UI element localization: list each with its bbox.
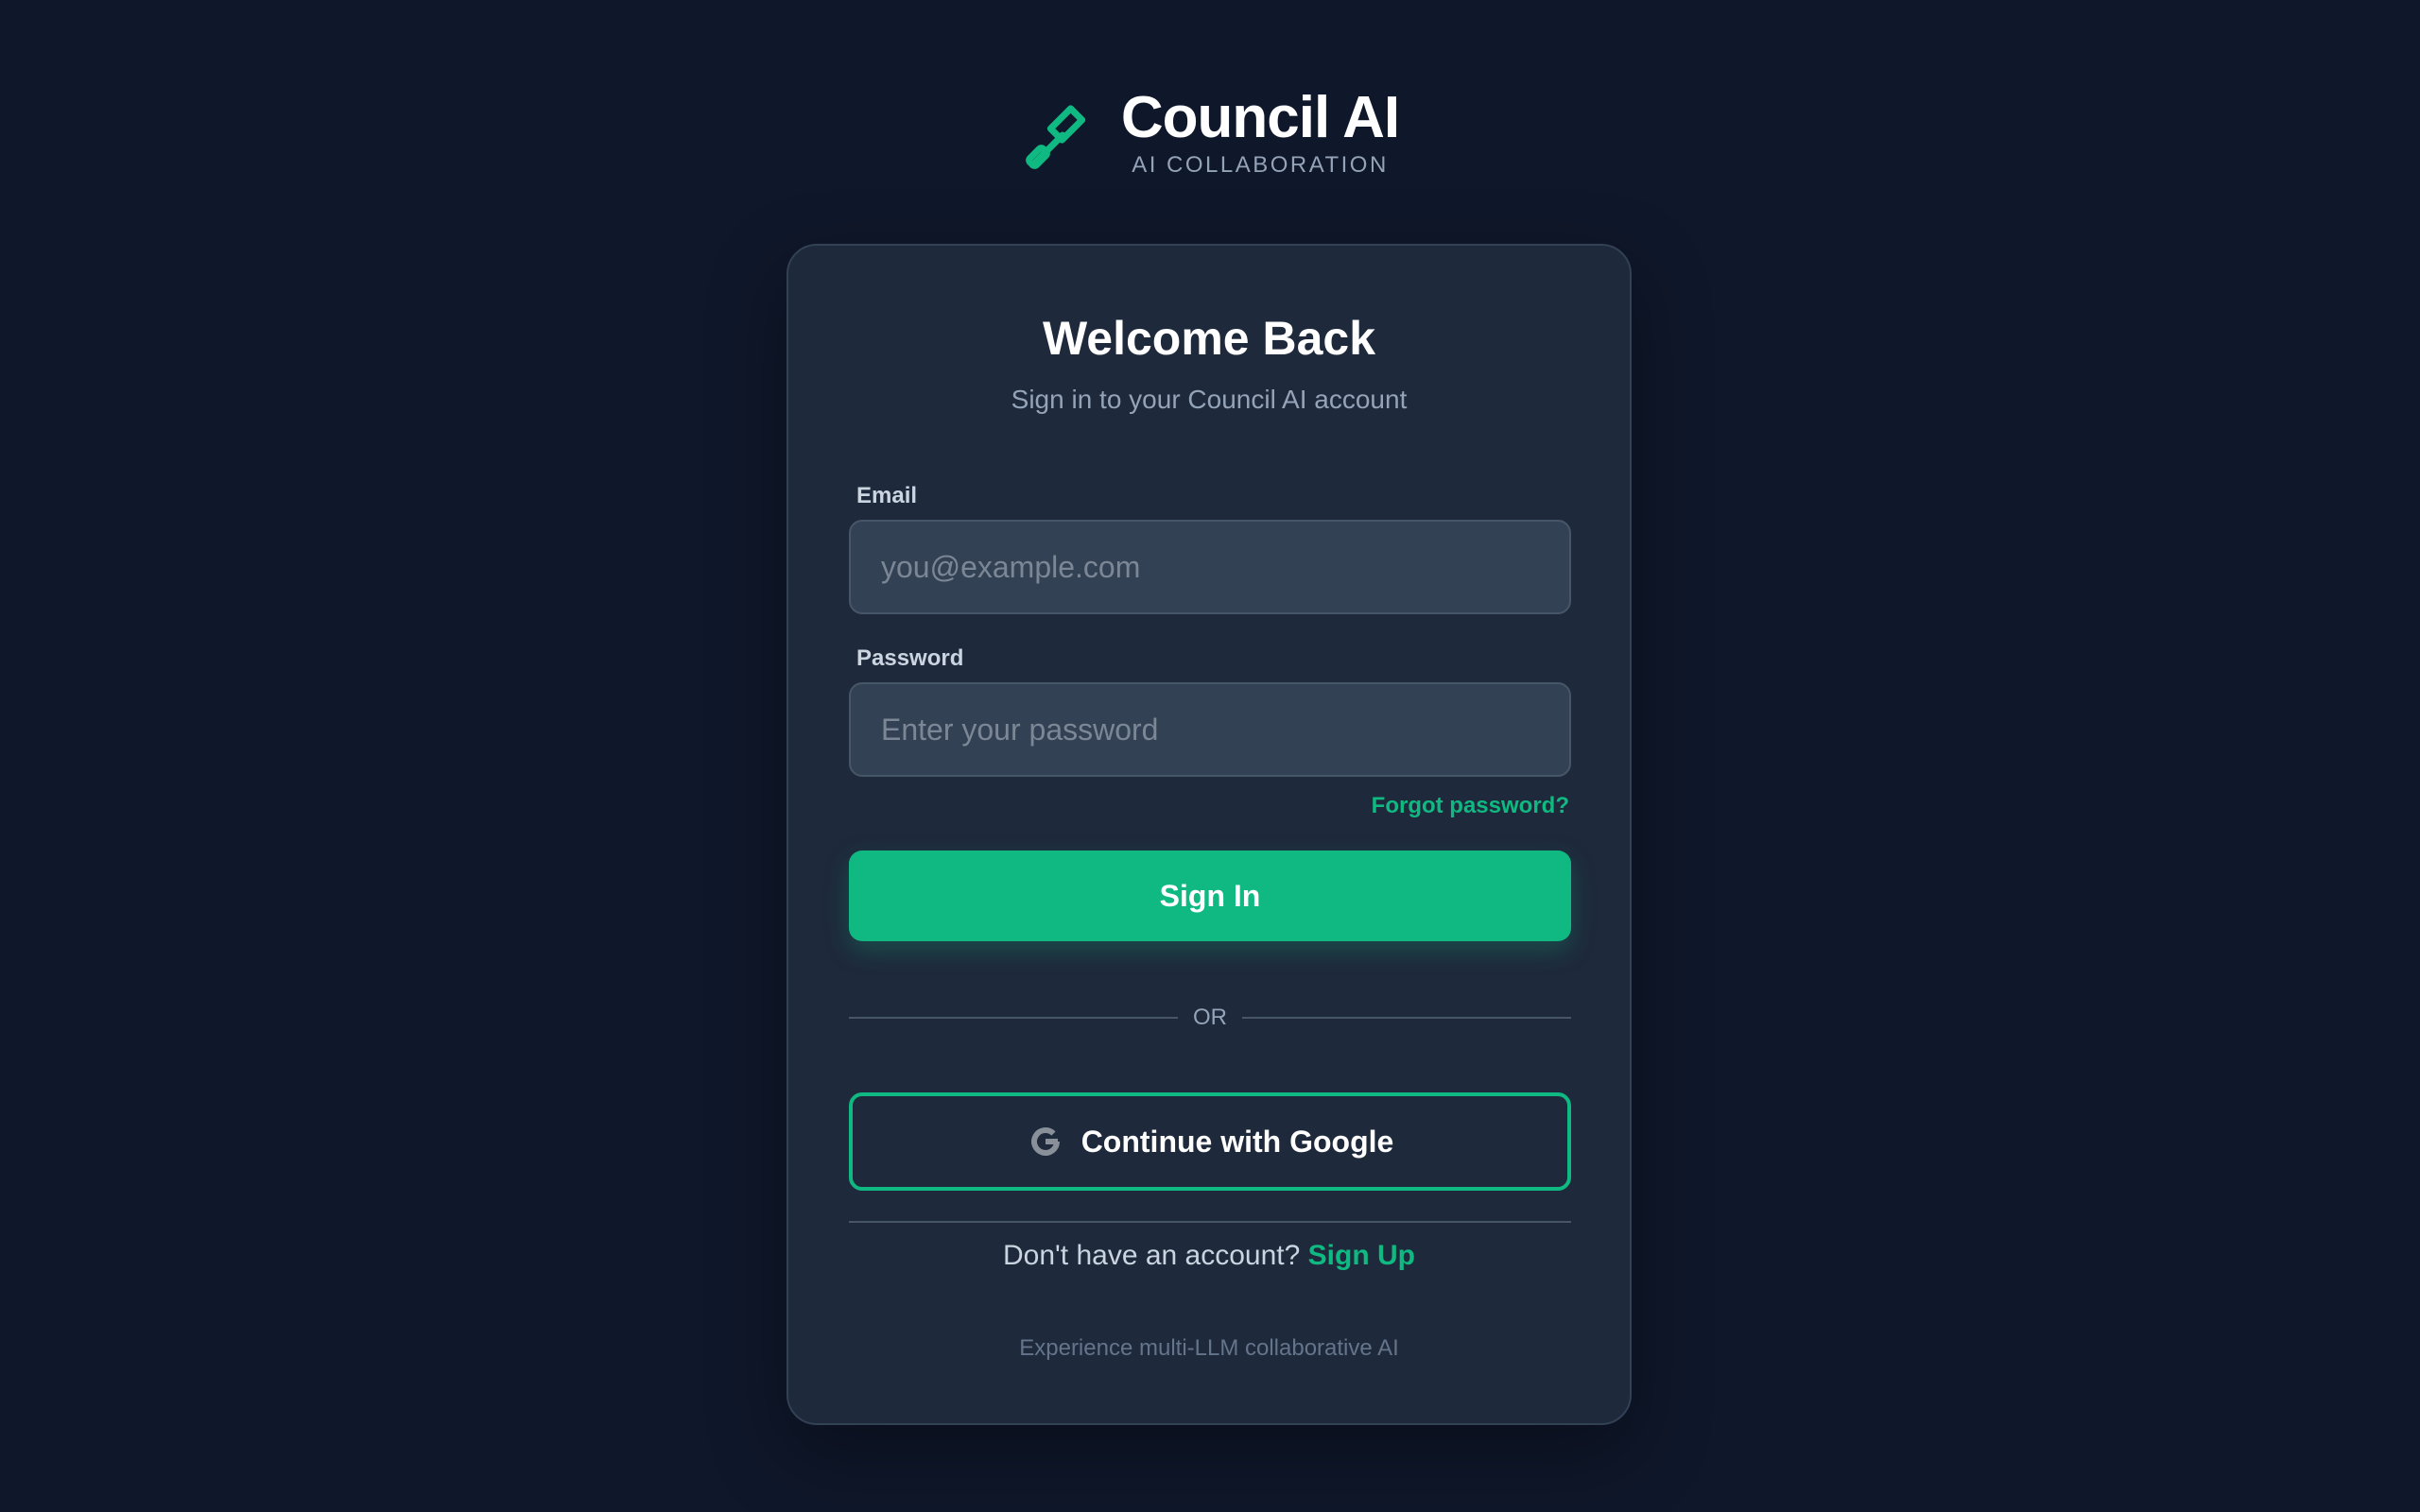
- divider-line-left: [849, 1017, 1178, 1019]
- google-button-label: Continue with Google: [1080, 1124, 1394, 1159]
- email-label: Email: [856, 483, 918, 508]
- footer-divider: [849, 1221, 1571, 1223]
- or-divider: OR: [849, 1004, 1571, 1032]
- sign-in-label: Sign In: [1159, 878, 1261, 913]
- brand-header: Council AI AI COLLABORATION: [0, 83, 2420, 180]
- sign-in-button[interactable]: Sign In: [849, 850, 1571, 941]
- signup-prompt-text: Don't have an account?: [1003, 1240, 1301, 1271]
- email-field[interactable]: [849, 520, 1571, 614]
- forgot-password-link[interactable]: Forgot password?: [1372, 792, 1569, 820]
- brand-text: Council AI AI COLLABORATION: [1120, 83, 1400, 180]
- footer-note: Experience multi-LLM collaborative AI: [1019, 1335, 1399, 1361]
- login-card: Welcome Back Sign in to your Council AI …: [786, 244, 1632, 1425]
- divider-label: OR: [1193, 1005, 1227, 1030]
- gavel-icon: [1021, 97, 1098, 175]
- card-title: Welcome Back: [1042, 312, 1376, 365]
- brand-title: Council AI: [1120, 85, 1400, 150]
- sign-up-link[interactable]: Sign Up: [1308, 1240, 1415, 1271]
- password-field[interactable]: [849, 682, 1571, 777]
- card-subtitle: Sign in to your Council AI account: [1011, 385, 1408, 414]
- brand-subtitle: AI COLLABORATION: [1132, 152, 1389, 178]
- divider-line-right: [1242, 1017, 1571, 1019]
- google-sign-in-button[interactable]: Continue with Google: [849, 1092, 1571, 1191]
- signup-prompt: Don't have an account? Sign Up: [788, 1238, 1630, 1274]
- password-label: Password: [856, 645, 964, 671]
- google-icon: [1027, 1123, 1064, 1160]
